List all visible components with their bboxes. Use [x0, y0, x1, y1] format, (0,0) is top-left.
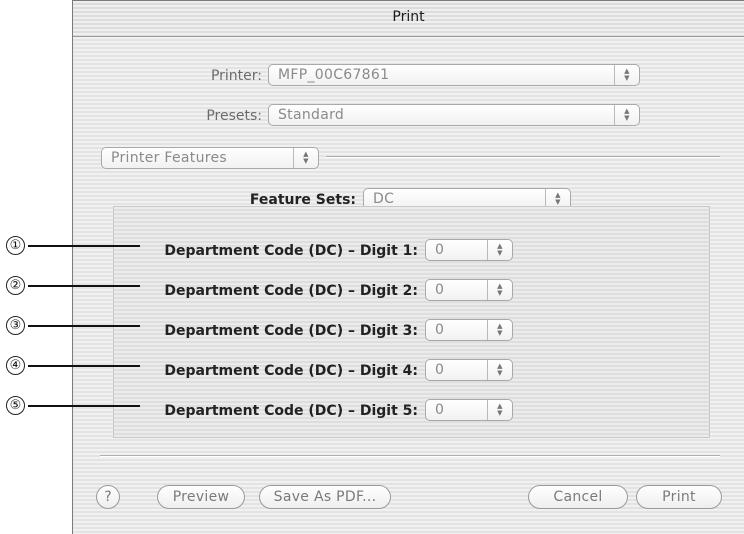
presets-value: Standard [278, 107, 345, 123]
bottom-separator [100, 455, 720, 457]
printer-value: MFP_00C67861 [278, 67, 390, 83]
print-button[interactable]: Print [636, 485, 722, 509]
up-down-arrows-icon: ▲ ▼ [487, 320, 512, 340]
digit-label: Department Code (DC) – Digit 1: [164, 243, 418, 259]
callout-line [28, 285, 140, 287]
digit-label: Department Code (DC) – Digit 3: [164, 323, 418, 339]
callout-line [28, 365, 140, 367]
feature-sets-value: DC [373, 191, 395, 207]
digit-value: 0 [435, 402, 445, 418]
presets-label: Presets: [206, 108, 262, 124]
up-down-arrows-icon: ▲ ▼ [487, 240, 512, 260]
digit-value: 0 [435, 362, 445, 378]
title-bar[interactable]: Print [73, 1, 744, 37]
up-down-arrows-icon: ▲ ▼ [487, 360, 512, 380]
callout-line [28, 325, 140, 327]
callout-number: ⑤ [6, 396, 25, 415]
digit-value: 0 [435, 282, 445, 298]
cancel-button[interactable]: Cancel [528, 485, 628, 509]
digit-label: Department Code (DC) – Digit 4: [164, 363, 418, 379]
window-title: Print [392, 9, 425, 25]
callout-number: ② [6, 276, 25, 295]
printer-label: Printer: [210, 68, 262, 84]
digit-value: 0 [435, 242, 445, 258]
digit-5-popup[interactable]: 0 ▲ ▼ [425, 399, 513, 421]
up-down-arrows-icon: ▲ ▼ [487, 280, 512, 300]
digit-label: Department Code (DC) – Digit 5: [164, 403, 418, 419]
preview-button[interactable]: Preview [157, 485, 245, 509]
printer-popup[interactable]: MFP_00C67861 ▲ ▼ [268, 64, 640, 86]
presets-popup[interactable]: Standard ▲ ▼ [268, 104, 640, 126]
separator [326, 156, 720, 158]
callout-line [28, 245, 140, 247]
save-as-pdf-button[interactable]: Save As PDF... [259, 485, 391, 509]
callout-line [28, 405, 140, 407]
up-down-arrows-icon: ▲ ▼ [487, 400, 512, 420]
digit-label: Department Code (DC) – Digit 2: [164, 283, 418, 299]
up-down-arrows-icon: ▲ ▼ [293, 148, 318, 168]
pane-popup[interactable]: Printer Features ▲ ▼ [101, 147, 319, 169]
callout-number: ③ [6, 316, 25, 335]
digit-3-popup[interactable]: 0 ▲ ▼ [425, 319, 513, 341]
up-down-arrows-icon: ▲ ▼ [614, 105, 639, 125]
callout-number: ① [6, 236, 25, 255]
up-down-arrows-icon: ▲ ▼ [614, 65, 639, 85]
digit-value: 0 [435, 322, 445, 338]
help-icon[interactable]: ? [96, 485, 120, 509]
callout-number: ④ [6, 356, 25, 375]
pane-value: Printer Features [111, 150, 228, 166]
digit-2-popup[interactable]: 0 ▲ ▼ [425, 279, 513, 301]
digit-4-popup[interactable]: 0 ▲ ▼ [425, 359, 513, 381]
digit-1-popup[interactable]: 0 ▲ ▼ [425, 239, 513, 261]
